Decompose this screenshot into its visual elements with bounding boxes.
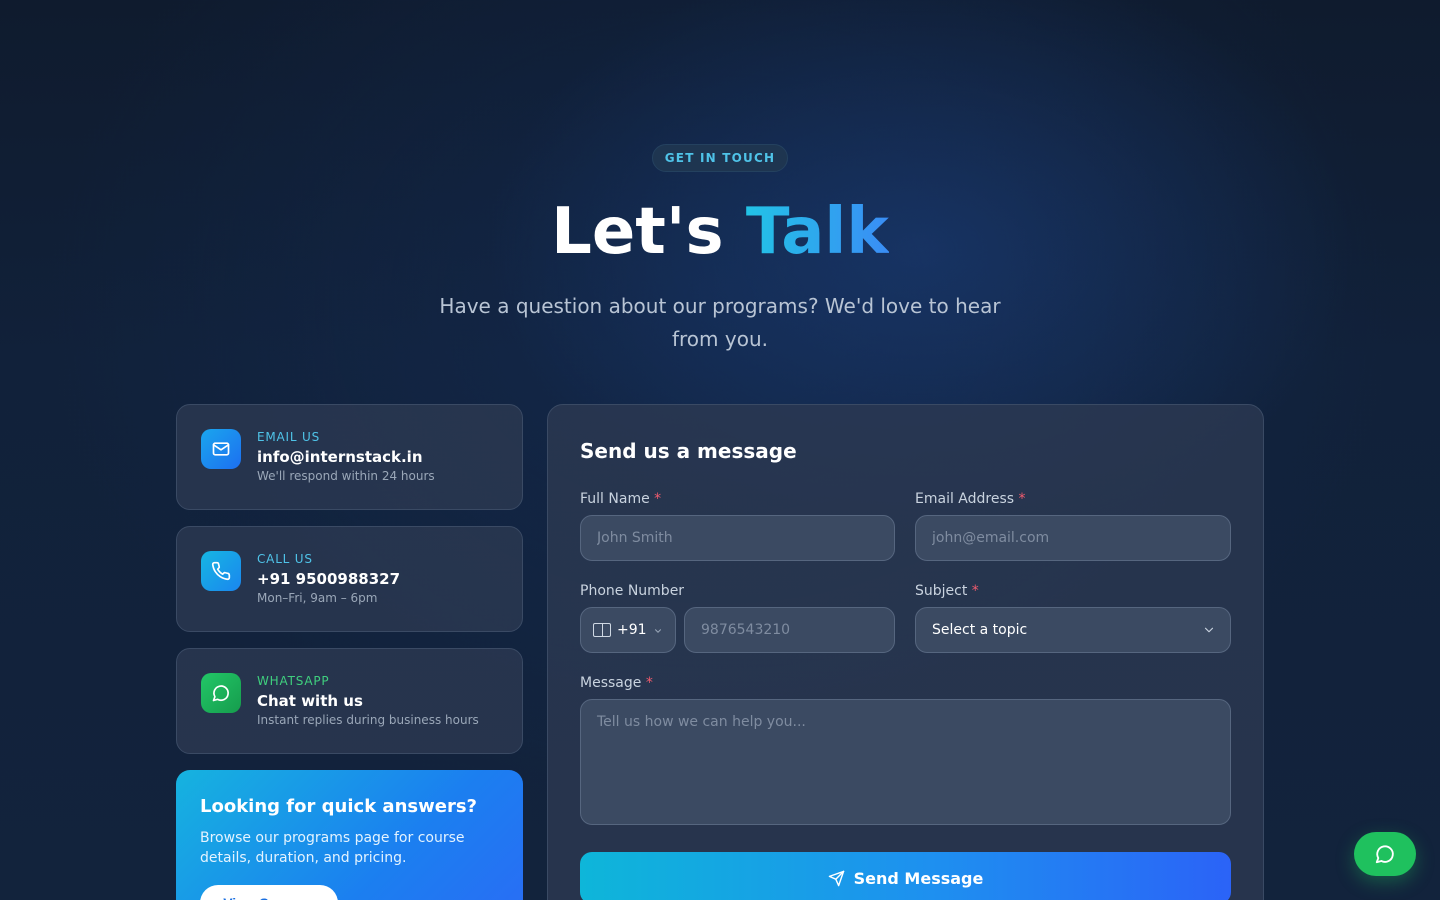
required-mark: * — [645, 675, 653, 691]
form-heading: Send us a message — [580, 439, 797, 463]
subject-label: Subject * — [915, 583, 979, 599]
contact-card-email[interactable]: EMAIL US info@internstack.in We'll respo… — [176, 404, 523, 510]
message-textarea[interactable] — [580, 699, 1231, 825]
contact-form: Send us a message Full Name * Email Addr… — [547, 404, 1264, 900]
page-title: Let's Talk — [0, 192, 1440, 272]
section-badge: GET IN TOUCH — [652, 144, 788, 172]
view-courses-button[interactable]: View Courses — [200, 885, 338, 900]
chevron-down-icon — [1204, 627, 1214, 633]
send-message-label: Send Message — [853, 868, 984, 888]
message-label-text: Message — [580, 675, 642, 691]
send-icon — [828, 870, 844, 886]
whatsapp-float-button[interactable] — [1354, 832, 1416, 876]
full-name-label-text: Full Name — [580, 491, 650, 507]
email-label-text: Email Address — [915, 491, 1015, 507]
contact-label: WHATSAPP — [257, 674, 330, 688]
chevron-down-icon — [654, 629, 662, 633]
contact-card-phone[interactable]: CALL US +91 9500988327 Mon–Fri, 9am – 6p… — [176, 526, 523, 632]
quick-answers-card: Looking for quick answers? Browse our pr… — [176, 770, 523, 900]
required-mark: * — [654, 491, 662, 507]
whatsapp-icon — [201, 673, 241, 713]
title-accent: Talk — [745, 195, 889, 269]
required-mark: * — [971, 583, 979, 599]
country-code-select[interactable]: +91 — [580, 607, 676, 653]
contact-label: EMAIL US — [257, 430, 320, 444]
promo-heading: Looking for quick answers? — [200, 796, 477, 817]
contact-value[interactable]: +91 9500988327 — [257, 570, 400, 588]
full-name-label: Full Name * — [580, 491, 661, 507]
subject-select[interactable]: Select a topic — [915, 607, 1231, 653]
contact-label: CALL US — [257, 552, 313, 566]
full-name-input[interactable] — [580, 515, 895, 561]
flag-icon — [593, 623, 611, 637]
send-message-button[interactable]: Send Message — [580, 852, 1231, 900]
message-label: Message * — [580, 675, 653, 691]
contact-note: Instant replies during business hours — [257, 713, 479, 727]
email-label: Email Address * — [915, 491, 1026, 507]
phone-label: Phone Number — [580, 583, 685, 599]
subject-value: Select a topic — [932, 622, 1028, 638]
email-input[interactable] — [915, 515, 1231, 561]
page-subtitle: Have a question about our programs? We'd… — [439, 294, 1001, 351]
contact-note: Mon–Fri, 9am – 6pm — [257, 591, 378, 605]
title-main: Let's — [551, 195, 746, 269]
contact-note: We'll respond within 24 hours — [257, 469, 435, 483]
contact-value[interactable]: Chat with us — [257, 692, 363, 710]
subject-label-text: Subject — [915, 583, 968, 599]
required-mark: * — [1018, 491, 1026, 507]
phone-input[interactable] — [684, 607, 895, 653]
country-code-value: +91 — [617, 622, 647, 638]
phone-icon — [201, 551, 241, 591]
mail-icon — [201, 429, 241, 469]
promo-body: Browse our programs page for course deta… — [200, 830, 465, 866]
chat-icon — [1375, 845, 1394, 864]
contact-card-whatsapp[interactable]: WHATSAPP Chat with us Instant replies du… — [176, 648, 523, 754]
contact-value[interactable]: info@internstack.in — [257, 448, 423, 466]
